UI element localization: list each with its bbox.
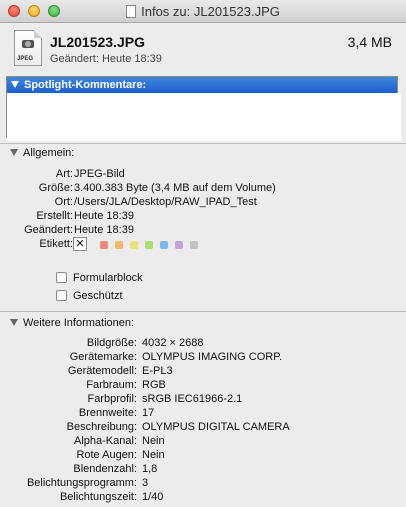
info-value: Heute 18:39	[74, 210, 134, 222]
divider	[0, 311, 406, 312]
info-value: /Users/JLA/Desktop/RAW_IPAD_Test	[74, 196, 257, 208]
file-type-tag: JPEG	[17, 56, 34, 62]
more-row: Gerätemodell: E-PL3	[0, 364, 406, 378]
more-row: Gerätemarke: OLYMPUS IMAGING CORP.	[0, 350, 406, 364]
info-key: Bildgröße:	[86, 337, 137, 349]
info-key: Farbprofil:	[87, 393, 137, 405]
info-key: Gerätemodell:	[67, 365, 137, 377]
more-row: Beschreibung: OLYMPUS DIGITAL CAMERA	[0, 420, 406, 434]
label-color-gray[interactable]	[190, 241, 198, 249]
locked-checkbox-row[interactable]: Geschützt	[56, 289, 123, 303]
more-info-section-header[interactable]: Weitere Informationen:	[10, 317, 134, 329]
info-key: Größe:	[38, 182, 73, 194]
info-key: Erstellt:	[36, 210, 73, 222]
more-row: Belichtungszeit: 1/40	[0, 490, 406, 504]
info-key: Rote Augen:	[76, 449, 137, 461]
info-value: JPEG-Bild	[74, 168, 125, 180]
spotlight-header[interactable]: Spotlight-Kommentare:	[7, 77, 397, 93]
info-key: Alpha-Kanal:	[74, 435, 137, 447]
info-key: Ort:	[54, 196, 73, 208]
more-row: Farbraum: RGB	[0, 378, 406, 392]
jpeg-file-icon: JPEG	[14, 30, 42, 66]
label-color-orange[interactable]	[115, 241, 123, 249]
info-value: OLYMPUS IMAGING CORP.	[142, 351, 283, 363]
info-value: 1/40	[142, 491, 164, 503]
spotlight-comments-field[interactable]	[7, 93, 401, 141]
info-key: Etikett:	[39, 238, 73, 250]
info-row-modified: Geändert: Heute 18:39	[0, 223, 406, 237]
stationery-checkbox-row[interactable]: Formularblock	[56, 271, 143, 285]
disclosure-triangle-icon[interactable]	[10, 319, 18, 326]
info-row-created: Erstellt: Heute 18:39	[0, 209, 406, 223]
info-row-location: Ort: /Users/JLA/Desktop/RAW_IPAD_Test	[0, 195, 406, 209]
more-row: Belichtungsprogramm: 3	[0, 476, 406, 490]
label-color-purple[interactable]	[175, 241, 183, 249]
info-key: Belichtungsprogramm:	[26, 477, 137, 489]
title-bar[interactable]: Infos zu: JL201523.JPG	[0, 0, 406, 23]
info-value: OLYMPUS DIGITAL CAMERA	[142, 421, 290, 433]
document-icon	[126, 5, 137, 18]
info-key: Beschreibung:	[66, 421, 137, 433]
more-row: Rote Augen: Nein	[0, 448, 406, 462]
label-color-blue[interactable]	[160, 241, 168, 249]
file-size: 3,4 MB	[347, 34, 392, 50]
disclosure-triangle-icon[interactable]	[10, 149, 18, 156]
stationery-checkbox[interactable]	[56, 272, 67, 283]
more-info-label: Weitere Informationen:	[23, 317, 135, 329]
info-value: Nein	[142, 449, 165, 461]
spotlight-section: Spotlight-Kommentare:	[6, 76, 401, 141]
more-row: Blendenzahl: 1,8	[0, 462, 406, 476]
locked-label: Geschützt	[73, 290, 123, 302]
info-key: Geändert:	[24, 224, 73, 236]
camera-icon	[22, 40, 34, 48]
info-key: Farbraum:	[86, 379, 137, 391]
info-row-label: Etikett:	[0, 237, 406, 251]
window-title: Infos zu: JL201523.JPG	[0, 4, 406, 19]
locked-checkbox[interactable]	[56, 290, 67, 301]
info-row-size: Größe: 3.400.383 Byte (3,4 MB auf dem Vo…	[0, 181, 406, 195]
general-section-header[interactable]: Allgemein:	[10, 147, 74, 159]
info-value: Nein	[142, 435, 165, 447]
info-key: Brennweite:	[78, 407, 137, 419]
more-row: Brennweite: 17	[0, 406, 406, 420]
file-modified: Geändert: Heute 18:39	[50, 53, 162, 65]
info-key: Gerätemarke:	[69, 351, 137, 363]
spotlight-label: Spotlight-Kommentare:	[24, 79, 147, 91]
divider	[0, 143, 406, 144]
more-row: Farbprofil: sRGB IEC61966-2.1	[0, 392, 406, 406]
more-row: Bildgröße: 4032 × 2688	[0, 336, 406, 350]
info-value: RGB	[142, 379, 166, 391]
info-value: 3	[142, 477, 149, 489]
label-color-red[interactable]	[100, 241, 108, 249]
more-row: Alpha-Kanal: Nein	[0, 434, 406, 448]
info-value: sRGB IEC61966-2.1	[142, 393, 243, 405]
info-key: Belichtungszeit:	[59, 491, 137, 503]
info-value: 4032 × 2688	[142, 337, 204, 349]
stationery-label: Formularblock	[73, 272, 143, 284]
info-value: 17	[142, 407, 155, 419]
disclosure-triangle-icon[interactable]	[11, 81, 19, 88]
info-key: Blendenzahl:	[73, 463, 137, 475]
info-value: E-PL3	[142, 365, 173, 377]
info-value: 3.400.383 Byte (3,4 MB auf dem Volume)	[74, 182, 276, 194]
info-row-kind: Art: JPEG-Bild	[0, 167, 406, 181]
info-key: Art:	[55, 168, 73, 180]
label-none-button[interactable]: ✕	[73, 237, 87, 251]
label-color-green[interactable]	[145, 241, 153, 249]
window-title-text: Infos zu: JL201523.JPG	[141, 4, 280, 19]
general-label: Allgemein:	[23, 147, 75, 159]
file-name: JL201523.JPG	[50, 34, 145, 50]
label-color-yellow[interactable]	[130, 241, 138, 249]
info-value: 1,8	[142, 463, 158, 475]
info-value: Heute 18:39	[74, 224, 134, 236]
